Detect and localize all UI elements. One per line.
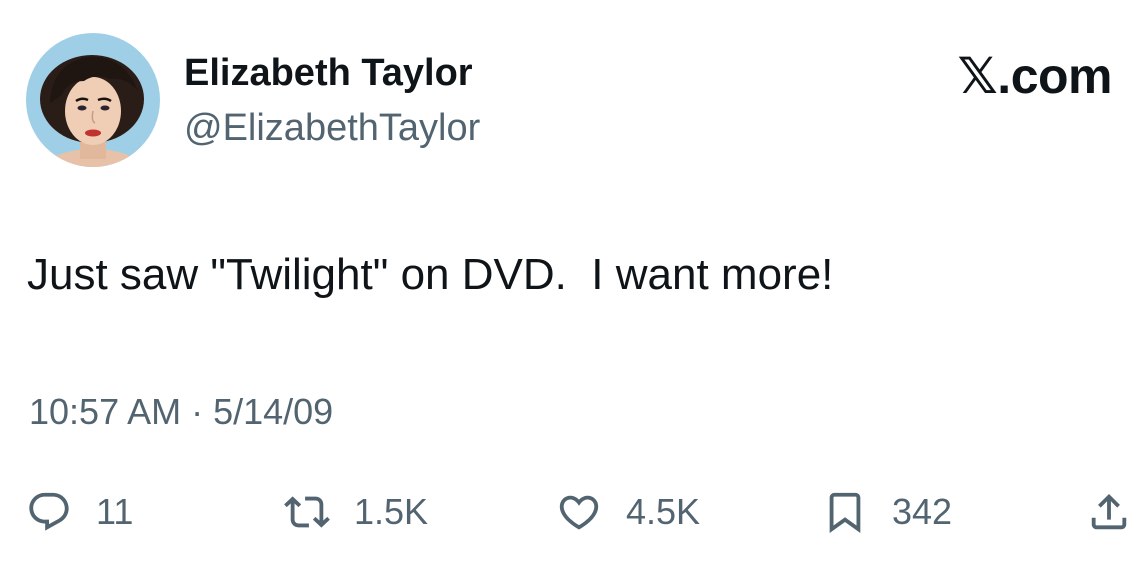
- avatar-photo: [26, 33, 160, 167]
- user-handle[interactable]: @ElizabethTaylor: [184, 105, 480, 151]
- bookmark-button[interactable]: 342: [822, 482, 952, 542]
- bookmark-icon: [829, 492, 861, 533]
- share-icon: [1091, 493, 1127, 530]
- heart-icon: [559, 495, 599, 530]
- x-logo: 𝕏.com: [957, 48, 1113, 104]
- tweet-timestamp[interactable]: 10:57 AM · 5/14/09: [29, 390, 333, 434]
- like-button[interactable]: 4.5K: [556, 482, 700, 542]
- avatar[interactable]: [26, 33, 160, 167]
- retweet-icon: [284, 496, 330, 528]
- action-bar: 11 1.5K 4.5K 342: [0, 482, 1144, 542]
- retweet-count: 1.5K: [354, 491, 429, 532]
- tweet-text: Just saw "Twilight" on DVD. I want more!: [27, 250, 834, 299]
- speech-bubble-icon: [29, 492, 69, 531]
- display-name[interactable]: Elizabeth Taylor: [184, 50, 473, 96]
- reply-button[interactable]: 11: [26, 482, 133, 542]
- reply-count: 11: [96, 491, 134, 532]
- like-count: 4.5K: [626, 491, 701, 532]
- bookmark-count: 342: [892, 491, 953, 532]
- share-button[interactable]: [1086, 482, 1132, 542]
- retweet-button[interactable]: 1.5K: [284, 482, 428, 542]
